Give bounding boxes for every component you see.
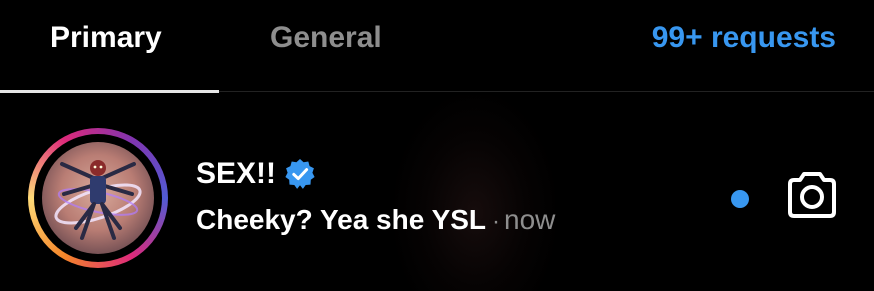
conversation-row[interactable]: SEX!! Cheeky? Yea she YSL · now [0,118,874,278]
avatar-figure-icon [54,160,142,240]
message-preview: Cheeky? Yea she YSL · now [196,204,555,240]
message-time: now [504,204,556,235]
camera-button[interactable] [784,170,840,220]
last-message: Cheeky? Yea she YSL [196,204,487,235]
unread-indicator [731,190,749,208]
tab-primary[interactable]: Primary [50,18,162,58]
story-ring-gap [34,134,162,262]
separator-dot: · [492,208,501,235]
tab-general[interactable]: General [270,18,382,58]
avatar [42,142,154,254]
active-tab-indicator [0,90,219,93]
story-ring[interactable] [28,128,168,268]
camera-icon [788,172,836,218]
dm-inbox: Primary General 99+ requests SEX!! Cheek… [0,0,874,291]
conversation-title: SEX!! [196,156,316,192]
tab-bar: Primary General 99+ requests [0,0,874,93]
contact-name: SEX!! [196,157,277,190]
verified-badge-icon [285,159,315,189]
tab-divider [219,91,874,92]
requests-link[interactable]: 99+ requests [652,18,836,58]
